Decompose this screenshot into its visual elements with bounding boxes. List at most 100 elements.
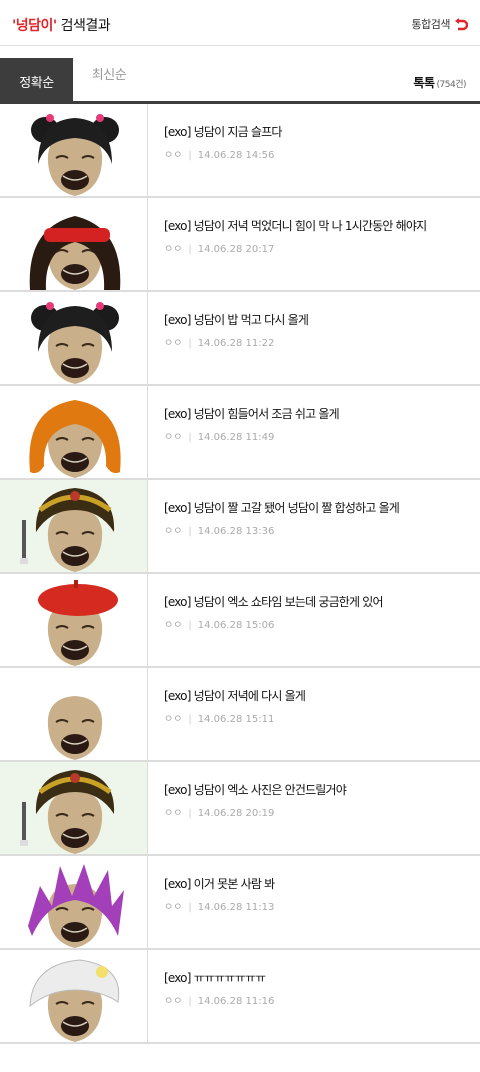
post-meta: ㅇㅇ | 14.06.28 20:17	[164, 240, 426, 255]
meme-face-image	[28, 864, 124, 948]
post-meta: ㅇㅇ | 14.06.28 13:36	[164, 522, 399, 537]
toktok-counter[interactable]: 톡톡 (754건)	[413, 74, 466, 91]
post-thumbnail[interactable]	[0, 668, 148, 760]
list-item[interactable]: [exo] 이거 못본 사람 봐 ㅇㅇ | 14.06.28 11:13	[0, 856, 480, 950]
meme-face-image	[47, 696, 103, 760]
post-author: ㅇㅇ	[164, 808, 183, 819]
post-date: 14.06.28 11:22	[197, 338, 275, 349]
tab-latest[interactable]: 최신순	[73, 58, 145, 104]
list-item[interactable]: [exo] 넝담이 밥 먹고 다시 올게 ㅇㅇ | 14.06.28 11:22	[0, 292, 480, 386]
post-title[interactable]: [exo] 넝담이 엑소 쇼타임 보는데 궁금한게 있어	[164, 593, 384, 610]
post-date: 14.06.28 15:06	[197, 620, 275, 631]
meme-face-image	[31, 302, 119, 384]
meta-divider: |	[188, 432, 192, 443]
post-title[interactable]: [exo] 넝담이 힘들어서 조금 쉬고 올게	[164, 405, 340, 422]
post-meta: ㅇㅇ | 14.06.28 14:56	[164, 146, 282, 161]
integrated-search-label: 통합검색	[411, 18, 451, 31]
post-title[interactable]: [exo] 넝담이 지금 슬프다	[164, 123, 282, 140]
post-thumbnail[interactable]	[0, 198, 148, 290]
post-title[interactable]: [exo] ㅠㅠㅠㅠㅠㅠㅠ	[164, 969, 274, 986]
meta-divider: |	[188, 526, 192, 537]
integrated-search-button[interactable]: 통합검색	[412, 16, 468, 32]
post-info: [exo] 넝담이 힘들어서 조금 쉬고 올게 ㅇㅇ | 14.06.28 11:49	[148, 386, 340, 478]
post-title[interactable]: [exo] 넝담이 밥 먹고 다시 올게	[164, 311, 309, 328]
post-title[interactable]: [exo] 이거 못본 사람 봐	[164, 875, 275, 892]
post-info: [exo] 넝담이 엑소 사진은 안건드릴거야 ㅇㅇ | 14.06.28 20:19	[148, 762, 347, 854]
list-item[interactable]: [exo] ㅠㅠㅠㅠㅠㅠㅠㅇㅇ | 14.06.28 11:16	[0, 950, 480, 1044]
post-date: 14.06.28 11:49	[197, 432, 275, 443]
meme-face-image	[31, 114, 119, 196]
meta-divider: |	[188, 150, 192, 161]
post-meta: ㅇㅇ | 14.06.28 15:06	[164, 616, 383, 631]
post-thumbnail[interactable]	[0, 480, 148, 572]
post-info: [exo] 넝담이 짤 고갈 됐어 넝담이 짤 합성하고 올게 ㅇㅇ | 14.06.…	[148, 480, 400, 572]
post-thumbnail[interactable]	[0, 386, 148, 478]
post-thumbnail[interactable]	[0, 856, 148, 948]
meta-divider: |	[188, 338, 192, 349]
meta-divider: |	[188, 902, 192, 913]
post-thumbnail[interactable]	[0, 292, 148, 384]
post-info: [exo] 넝담이 저녁 먹었더니 힘이 막 나 1시간동안 해야지 ㅇㅇ | 14.…	[148, 198, 427, 290]
tab-accurate[interactable]: 정확순	[0, 58, 73, 104]
post-info: [exo] 넝담이 저녁에 다시 올게 ㅇㅇ | 14.06.28 15:11	[148, 668, 306, 760]
post-meta: ㅇㅇ | 14.06.28 20:19	[164, 804, 346, 819]
post-meta: ㅇㅇ | 14.06.28 11:49	[164, 428, 339, 443]
list-item[interactable]: [exo] 넝담이 저녁에 다시 올게 ㅇㅇ | 14.06.28 15:11	[0, 668, 480, 762]
meme-face-image	[29, 959, 120, 1042]
post-title[interactable]: [exo] 넝담이 저녁에 다시 올게	[164, 687, 306, 704]
post-author: ㅇㅇ	[164, 526, 183, 537]
post-date: 14.06.28 20:19	[197, 808, 275, 819]
post-date: 14.06.28 20:17	[197, 244, 275, 255]
meme-face-image	[29, 400, 121, 478]
list-item[interactable]: [exo] 넝담이 엑소 사진은 안건드릴거야 ㅇㅇ | 14.06.28 20:19	[0, 762, 480, 856]
meme-face-image	[38, 580, 118, 666]
meta-divider: |	[188, 714, 192, 725]
post-thumbnail[interactable]	[0, 950, 148, 1042]
post-title[interactable]: [exo] 넝담이 엑소 사진은 안건드릴거야	[164, 781, 347, 798]
post-meta: ㅇㅇ | 14.06.28 15:11	[164, 710, 305, 725]
post-author: ㅇㅇ	[164, 902, 183, 913]
post-info: [exo] 이거 못본 사람 봐 ㅇㅇ | 14.06.28 11:13	[148, 856, 275, 948]
post-date: 14.06.28 14:56	[197, 150, 275, 161]
post-meta: ㅇㅇ | 14.06.28 11:13	[164, 898, 274, 913]
post-thumbnail[interactable]	[0, 762, 148, 854]
search-result-suffix: 검색결과	[56, 18, 111, 34]
list-item[interactable]: [exo] 넝담이 저녁 먹었더니 힘이 막 나 1시간동안 해야지 ㅇㅇ | 14.…	[0, 198, 480, 292]
post-author: ㅇㅇ	[164, 714, 183, 725]
meta-divider: |	[188, 996, 192, 1007]
post-thumbnail[interactable]	[0, 574, 148, 666]
search-result-title: '넝담이' 검색결과	[12, 15, 111, 35]
post-author: ㅇㅇ	[164, 244, 183, 255]
post-date: 14.06.28 11:16	[197, 996, 275, 1007]
post-author: ㅇㅇ	[164, 996, 183, 1007]
meta-divider: |	[188, 808, 192, 819]
list-item[interactable]: [exo] 넝담이 엑소 쇼타임 보는데 궁금한게 있어 ㅇㅇ | 14.06.28 …	[0, 574, 480, 668]
post-info: [exo] 넝담이 밥 먹고 다시 올게 ㅇㅇ | 14.06.28 11:22	[148, 292, 309, 384]
post-info: [exo] ㅠㅠㅠㅠㅠㅠㅠㅇㅇ | 14.06.28 11:16	[148, 950, 274, 1042]
sort-tabs: 정확순 최신순 톡톡 (754건)	[0, 46, 480, 104]
meme-face-image	[20, 488, 115, 572]
meta-divider: |	[188, 244, 192, 255]
post-author: ㅇㅇ	[164, 150, 183, 161]
post-thumbnail[interactable]	[0, 104, 148, 196]
list-item[interactable]: [exo] 넝담이 짤 고갈 됐어 넝담이 짤 합성하고 올게 ㅇㅇ | 14.06.…	[0, 480, 480, 574]
post-date: 14.06.28 11:13	[197, 902, 275, 913]
meme-face-image	[29, 216, 121, 290]
post-author: ㅇㅇ	[164, 620, 183, 631]
post-author: ㅇㅇ	[164, 338, 183, 349]
list-item[interactable]: [exo] 넝담이 지금 슬프다 ㅇㅇ | 14.06.28 14:56	[0, 104, 480, 198]
list-item[interactable]: [exo] 넝담이 힘들어서 조금 쉬고 올게 ㅇㅇ | 14.06.28 11:49	[0, 386, 480, 480]
search-header: '넝담이' 검색결과 통합검색	[0, 0, 480, 46]
post-date: 14.06.28 15:11	[197, 714, 275, 725]
post-title[interactable]: [exo] 넝담이 짤 고갈 됐어 넝담이 짤 합성하고 올게	[164, 499, 400, 516]
toktok-label: 톡톡	[413, 76, 435, 90]
search-keyword: '넝담이'	[12, 18, 57, 34]
toktok-count: (754건)	[436, 80, 467, 90]
post-meta: ㅇㅇ | 14.06.28 11:22	[164, 334, 308, 349]
post-meta: ㅇㅇ | 14.06.28 11:16	[164, 992, 274, 1007]
post-info: [exo] 넝담이 엑소 쇼타임 보는데 궁금한게 있어 ㅇㅇ | 14.06.28 …	[148, 574, 384, 666]
post-title[interactable]: [exo] 넝담이 저녁 먹었더니 힘이 막 나 1시간동안 해야지	[164, 217, 427, 234]
meme-face-image	[20, 770, 115, 854]
result-list: [exo] 넝담이 지금 슬프다 ㅇㅇ | 14.06.28 14:56 [exo] …	[0, 104, 480, 1044]
post-date: 14.06.28 13:36	[197, 526, 275, 537]
